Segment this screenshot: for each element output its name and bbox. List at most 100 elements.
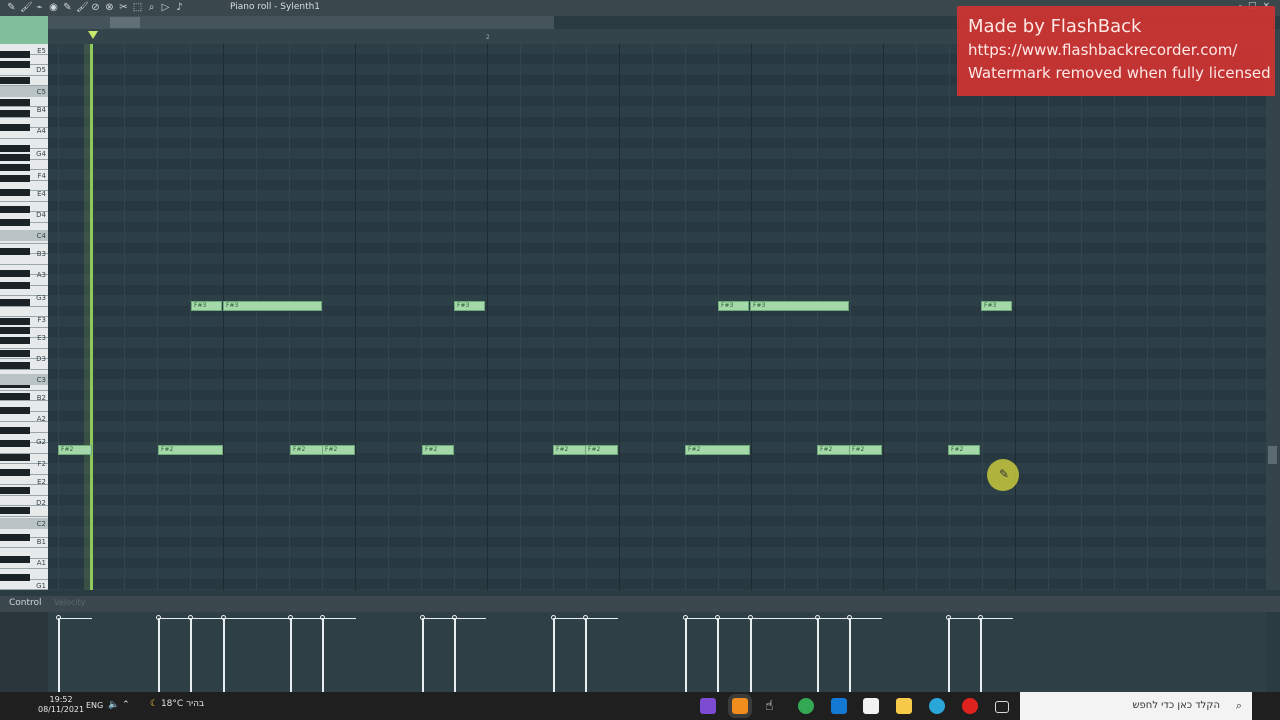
- language-indicator[interactable]: ENG: [86, 701, 103, 710]
- black-key[interactable]: [0, 99, 30, 106]
- velocity-stem[interactable]: [223, 618, 225, 692]
- note[interactable]: F#2: [422, 445, 454, 455]
- slice-tool-icon[interactable]: ✂: [118, 2, 129, 13]
- black-key[interactable]: [0, 350, 30, 357]
- control-target[interactable]: Velocity: [54, 598, 85, 607]
- scroll-thumb[interactable]: [110, 17, 140, 28]
- store-icon[interactable]: [863, 698, 879, 714]
- playhead-line[interactable]: [90, 44, 93, 590]
- note[interactable]: F#2: [158, 445, 223, 455]
- zoom-tool-icon[interactable]: ⌕: [146, 2, 157, 13]
- edge-icon[interactable]: [929, 698, 945, 714]
- black-key[interactable]: [0, 51, 30, 58]
- note[interactable]: F#3: [454, 301, 485, 311]
- black-key[interactable]: [0, 61, 30, 68]
- black-key[interactable]: [0, 318, 30, 325]
- velocity-stem[interactable]: [290, 618, 292, 692]
- black-key[interactable]: [0, 454, 30, 461]
- delete-tool-icon[interactable]: ⊘: [90, 2, 101, 13]
- opera-icon[interactable]: [962, 698, 978, 714]
- black-key[interactable]: [0, 110, 30, 117]
- network-icon[interactable]: ⌃: [122, 700, 130, 710]
- note[interactable]: F#2: [585, 445, 618, 455]
- note[interactable]: F#3: [718, 301, 749, 311]
- note[interactable]: F#2: [290, 445, 323, 455]
- black-key[interactable]: [0, 124, 30, 131]
- black-key[interactable]: [0, 154, 30, 161]
- pencil-icon[interactable]: ✎: [6, 2, 17, 13]
- speaker-icon[interactable]: 🔈: [108, 700, 119, 710]
- paint-tool-icon[interactable]: 🖌: [76, 2, 89, 13]
- cursor-app-icon[interactable]: ☝: [765, 698, 781, 714]
- vertical-scrollbar[interactable]: [1266, 44, 1280, 590]
- black-key[interactable]: [0, 77, 30, 84]
- black-key[interactable]: [0, 299, 30, 306]
- mail-icon[interactable]: [831, 698, 847, 714]
- control-label[interactable]: Control: [9, 598, 42, 608]
- fl-studio-icon[interactable]: [700, 698, 716, 714]
- black-key[interactable]: [0, 440, 30, 447]
- pencil-tool-icon[interactable]: ✎: [62, 2, 73, 13]
- note[interactable]: F#2: [817, 445, 850, 455]
- black-key[interactable]: [0, 270, 30, 277]
- velocity-stem[interactable]: [849, 618, 851, 692]
- scroll-thumb[interactable]: [1268, 446, 1277, 464]
- velocity-stem[interactable]: [422, 618, 424, 692]
- chrome-icon[interactable]: [798, 698, 814, 714]
- black-key[interactable]: [0, 282, 30, 289]
- note[interactable]: F#2: [553, 445, 586, 455]
- velocity-stem[interactable]: [58, 618, 60, 692]
- note[interactable]: F#2: [58, 445, 92, 455]
- black-key[interactable]: [0, 487, 30, 494]
- velocity-stem[interactable]: [190, 618, 192, 692]
- select-tool-icon[interactable]: ⬚: [132, 2, 143, 13]
- system-clock[interactable]: 19:52 08/11/2021: [38, 695, 84, 715]
- task-view-icon[interactable]: [995, 701, 1009, 713]
- velocity-stem[interactable]: [948, 618, 950, 692]
- black-key[interactable]: [0, 164, 30, 171]
- taskbar-search[interactable]: הקלד כאן כדי לחפש ⌕: [1020, 692, 1252, 720]
- brush-icon[interactable]: 🖌: [20, 2, 33, 13]
- horizontal-scrollbar[interactable]: [48, 16, 554, 29]
- system-tray[interactable]: 🔈 ⌃: [108, 700, 130, 710]
- black-key[interactable]: [0, 362, 30, 369]
- black-key[interactable]: [0, 175, 30, 182]
- note[interactable]: F#3: [191, 301, 222, 311]
- velocity-stem[interactable]: [717, 618, 719, 692]
- black-key[interactable]: [0, 145, 30, 152]
- black-key[interactable]: [0, 327, 30, 334]
- velocity-stem[interactable]: [158, 618, 160, 692]
- record-icon[interactable]: ◉: [48, 2, 59, 13]
- black-key[interactable]: [0, 337, 30, 344]
- speaker-icon[interactable]: ♪: [174, 2, 185, 13]
- velocity-stem[interactable]: [585, 618, 587, 692]
- note[interactable]: F#3: [981, 301, 1012, 311]
- weather-widget[interactable]: ☾ 18°C בהיר: [150, 699, 204, 709]
- file-explorer-icon[interactable]: [896, 698, 912, 714]
- black-key[interactable]: [0, 469, 30, 476]
- black-key[interactable]: [0, 393, 30, 400]
- note[interactable]: F#2: [685, 445, 750, 455]
- mute-tool-icon[interactable]: ⊗: [104, 2, 115, 13]
- black-key[interactable]: [0, 206, 30, 213]
- black-key[interactable]: [0, 248, 30, 255]
- note-grid[interactable]: F#3 F#3 F#3 F#3 F#3 F#3 F#2 F#2 F#2 F#2 F#2 F#2 F#2 F…: [48, 44, 1266, 590]
- snap-panel[interactable]: [0, 16, 48, 44]
- note[interactable]: F#3: [750, 301, 849, 311]
- black-key[interactable]: [0, 534, 30, 541]
- fl-studio-active-icon[interactable]: [732, 698, 748, 714]
- piano-keyboard[interactable]: E5 D5 C5 B4 A4 G4 F4 E4 D4 C4 B3 A3 G3 F3 E3 D3 C3 B2 A2 G2…: [0, 44, 48, 590]
- magnet-icon[interactable]: ⌁: [34, 2, 45, 13]
- velocity-stem[interactable]: [322, 618, 324, 692]
- note[interactable]: F#2: [322, 445, 355, 455]
- playhead-marker[interactable]: [88, 31, 98, 39]
- velocity-stem[interactable]: [750, 618, 752, 692]
- black-key[interactable]: [0, 507, 30, 514]
- velocity-stem[interactable]: [980, 618, 982, 692]
- velocity-stem[interactable]: [817, 618, 819, 692]
- black-key[interactable]: [0, 219, 30, 226]
- playback-tool-icon[interactable]: ▷: [160, 2, 171, 13]
- black-key[interactable]: [0, 427, 30, 434]
- velocity-stem[interactable]: [685, 618, 687, 692]
- black-key[interactable]: [0, 574, 30, 581]
